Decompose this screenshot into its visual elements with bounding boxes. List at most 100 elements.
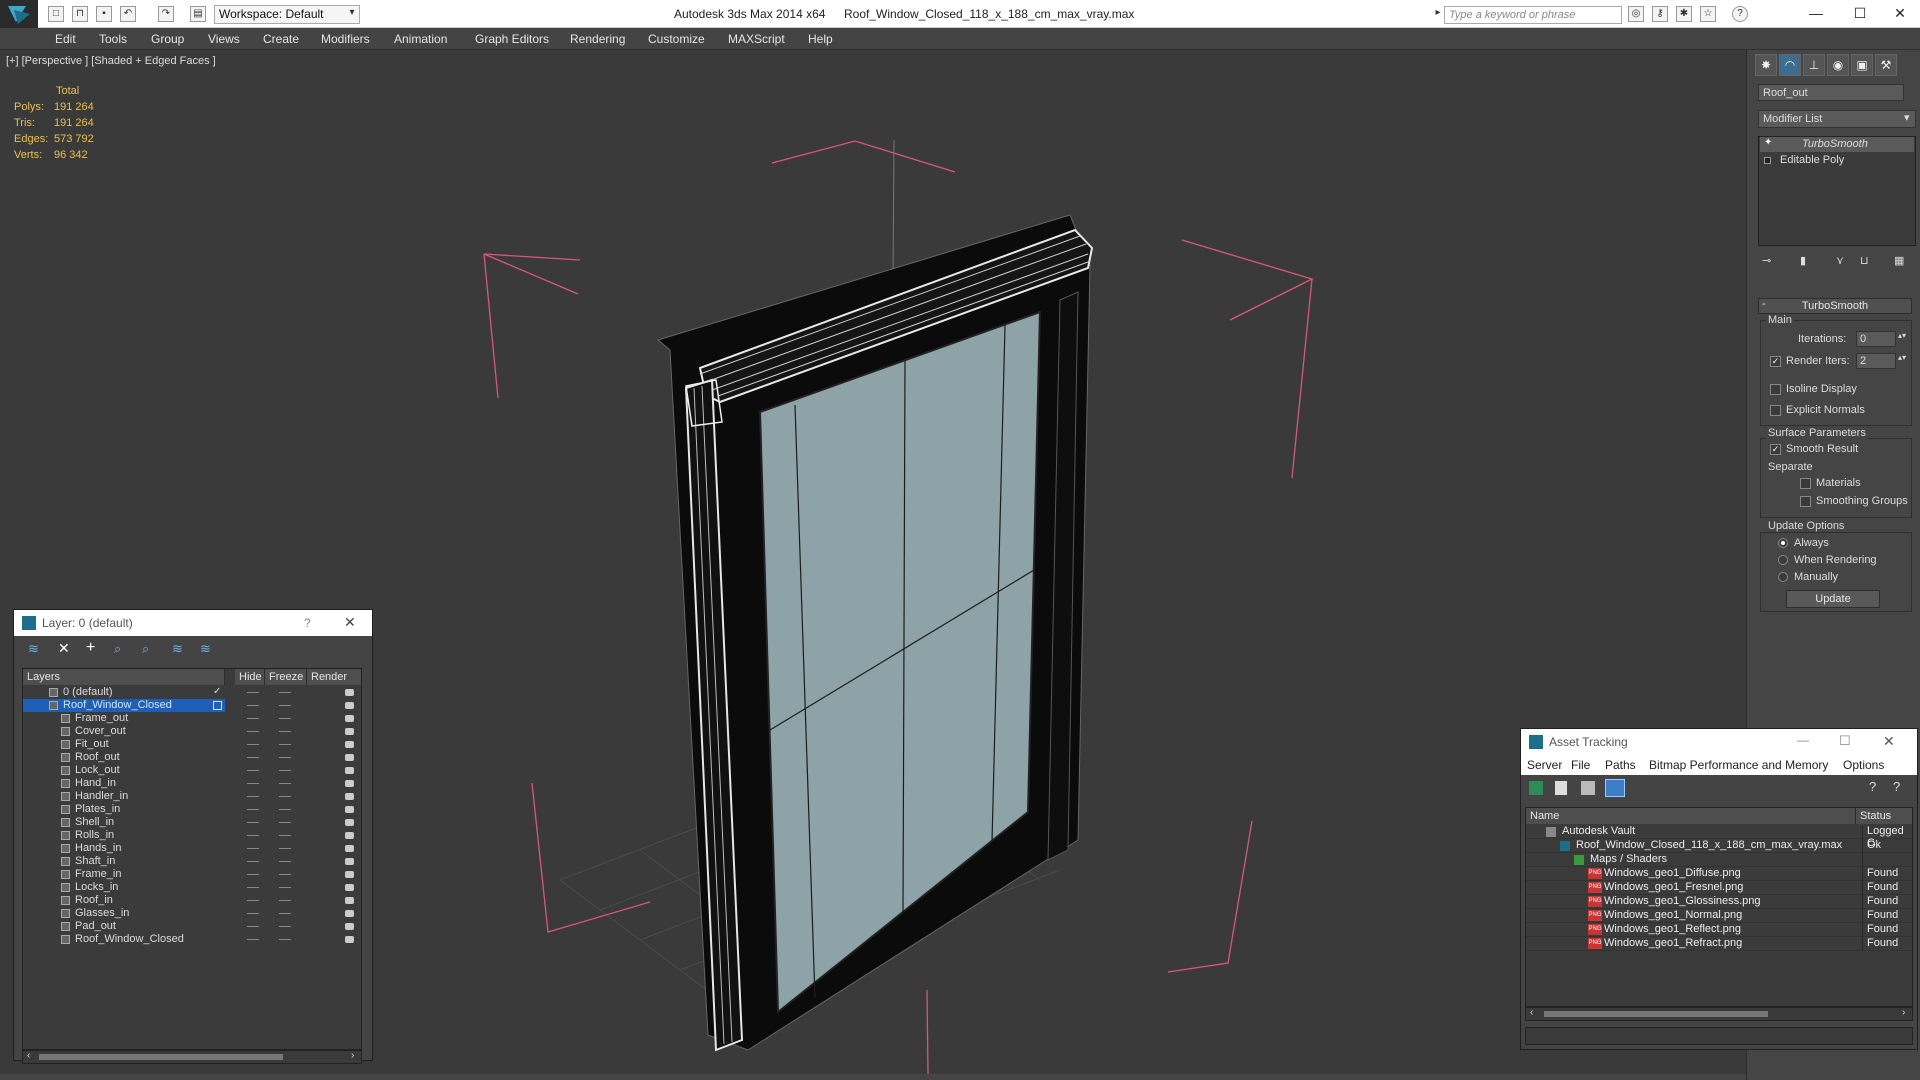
freeze-toggle[interactable]	[279, 757, 291, 758]
show-end-result-icon[interactable]: ▮	[1800, 254, 1806, 267]
freeze-toggle[interactable]	[279, 731, 291, 732]
utilities-tab-icon[interactable]: ⚒	[1875, 54, 1897, 76]
explicit-normals-checkbox[interactable]	[1770, 405, 1781, 416]
render-teapot-icon[interactable]	[345, 767, 354, 774]
configure-sets-icon[interactable]: ▦	[1894, 254, 1904, 267]
star-tools-icon[interactable]: ✱	[1676, 6, 1692, 22]
scrollbar-thumb[interactable]	[1544, 1011, 1768, 1017]
freeze-toggle[interactable]	[279, 796, 291, 797]
minimize-icon[interactable]: —	[1796, 2, 1836, 24]
column-freeze[interactable]: Freeze	[265, 669, 307, 685]
menu-bitmap-performance[interactable]: Bitmap Performance and Memory	[1649, 758, 1828, 772]
spinner-arrows-icon[interactable]: ▴▾	[1898, 331, 1906, 340]
render-teapot-icon[interactable]	[345, 819, 354, 826]
asset-row[interactable]: PNG Windows_geo1_Glossiness.png Found	[1526, 895, 1912, 909]
chevron-down-icon[interactable]: ▾	[344, 6, 360, 22]
maximize-icon[interactable]: ☐	[1840, 2, 1880, 24]
render-teapot-icon[interactable]	[345, 923, 354, 930]
add-layer-icon[interactable]: +	[86, 639, 95, 657]
asset-row[interactable]: Maps / Shaders	[1526, 853, 1912, 867]
layer-list[interactable]: Layers Hide Freeze Render 0 (default) ✓ Ro…	[22, 668, 362, 1050]
freeze-toggle[interactable]	[279, 861, 291, 862]
render-teapot-icon[interactable]	[345, 754, 354, 761]
asset-list-scrollbar[interactable]: ‹ ›	[1525, 1007, 1913, 1021]
hide-all-icon[interactable]: ≋	[172, 641, 183, 657]
freeze-toggle[interactable]	[279, 835, 291, 836]
menu-views[interactable]: Views	[208, 32, 240, 46]
freeze-all-icon[interactable]: ≋	[200, 641, 211, 657]
layer-row[interactable]: Locks_in	[23, 881, 361, 894]
asset-window-titlebar[interactable]: Asset Tracking — ☐ ✕	[1521, 729, 1917, 755]
layer-row[interactable]: Pad_out	[23, 920, 361, 933]
hide-toggle[interactable]	[247, 835, 259, 836]
layer-row[interactable]: Hands_in	[23, 842, 361, 855]
render-teapot-icon[interactable]	[345, 871, 354, 878]
menu-help[interactable]: Help	[808, 32, 833, 46]
refresh-icon[interactable]	[1529, 781, 1543, 795]
layer-row[interactable]: Cover_out	[23, 725, 361, 738]
freeze-toggle[interactable]	[279, 939, 291, 940]
materials-checkbox[interactable]	[1800, 478, 1811, 489]
layer-row[interactable]: Glasses_in	[23, 907, 361, 920]
delete-layer-icon[interactable]: ✕	[58, 640, 70, 657]
render-teapot-icon[interactable]	[345, 741, 354, 748]
tree-view-icon[interactable]	[1581, 781, 1595, 795]
isoline-display-checkbox[interactable]	[1770, 384, 1781, 395]
object-name-field[interactable]: Roof_out	[1758, 84, 1904, 101]
hide-toggle[interactable]	[247, 861, 259, 862]
scroll-right-icon[interactable]: ›	[1902, 1007, 1905, 1018]
menu-options[interactable]: Options	[1843, 758, 1884, 772]
render-teapot-icon[interactable]	[345, 689, 354, 696]
turbosmooth-rollout[interactable]: TurboSmooth	[1758, 298, 1912, 314]
rollout-collapse-icon[interactable]: -	[1762, 298, 1766, 310]
list-view-icon[interactable]	[1555, 781, 1567, 795]
hide-toggle[interactable]	[247, 705, 259, 706]
asset-row[interactable]: PNG Windows_geo1_Refract.png Found	[1526, 937, 1912, 951]
hide-toggle[interactable]	[247, 900, 259, 901]
stack-item-turbosmooth[interactable]: ✦ TurboSmooth	[1760, 137, 1914, 152]
freeze-toggle[interactable]	[279, 770, 291, 771]
freeze-toggle[interactable]	[279, 783, 291, 784]
layer-stack-icon[interactable]: ≋	[28, 641, 39, 657]
layer-window-titlebar[interactable]: Layer: 0 (default) ? ✕	[14, 610, 372, 636]
menu-group[interactable]: Group	[151, 32, 184, 46]
layer-row[interactable]: 0 (default) ✓	[23, 686, 361, 699]
render-teapot-icon[interactable]	[345, 806, 354, 813]
close-icon[interactable]: ✕	[1883, 733, 1895, 750]
new-file-icon[interactable]: □	[48, 6, 64, 22]
menu-edit[interactable]: Edit	[55, 32, 76, 46]
menu-server[interactable]: Server	[1527, 758, 1562, 772]
scroll-left-icon[interactable]: ‹	[27, 1050, 30, 1061]
freeze-toggle[interactable]	[279, 887, 291, 888]
hide-toggle[interactable]	[247, 770, 259, 771]
select-layer-icon[interactable]: ⌕	[142, 641, 149, 657]
motion-tab-icon[interactable]: ◉	[1827, 54, 1849, 76]
hide-toggle[interactable]	[247, 809, 259, 810]
menu-tools[interactable]: Tools	[99, 32, 127, 46]
help-icon[interactable]: ?	[1869, 779, 1876, 794]
app-logo[interactable]	[0, 0, 38, 28]
hide-toggle[interactable]	[247, 731, 259, 732]
layer-row[interactable]: Roof_in	[23, 894, 361, 907]
spinner-arrows-icon[interactable]: ▴▾	[1898, 353, 1906, 362]
freeze-toggle[interactable]	[279, 692, 291, 693]
freeze-toggle[interactable]	[279, 705, 291, 706]
hide-toggle[interactable]	[247, 757, 259, 758]
save-file-icon[interactable]: ▪	[96, 6, 112, 22]
make-unique-icon[interactable]: ⋎	[1836, 254, 1844, 267]
layer-row[interactable]: Plates_in	[23, 803, 361, 816]
search-input[interactable]: Type a keyword or phrase	[1444, 6, 1622, 24]
lightbulb-icon[interactable]: ✦	[1764, 137, 1772, 148]
table-view-icon[interactable]	[1605, 779, 1625, 797]
project-folder-icon[interactable]: ▤	[190, 6, 206, 22]
hide-toggle[interactable]	[247, 913, 259, 914]
scroll-left-icon[interactable]: ‹	[1530, 1007, 1533, 1018]
menu-customize[interactable]: Customize	[648, 32, 705, 46]
always-radio[interactable]	[1778, 538, 1788, 548]
help-search-icon[interactable]: ?	[1893, 779, 1900, 794]
active-layer-check-icon[interactable]: ✓	[213, 686, 221, 697]
binoculars-icon[interactable]: ◎	[1628, 6, 1644, 22]
smooth-result-checkbox[interactable]: ✓	[1770, 444, 1781, 455]
expand-icon[interactable]	[1764, 157, 1771, 164]
column-name[interactable]: Name	[1526, 808, 1856, 824]
